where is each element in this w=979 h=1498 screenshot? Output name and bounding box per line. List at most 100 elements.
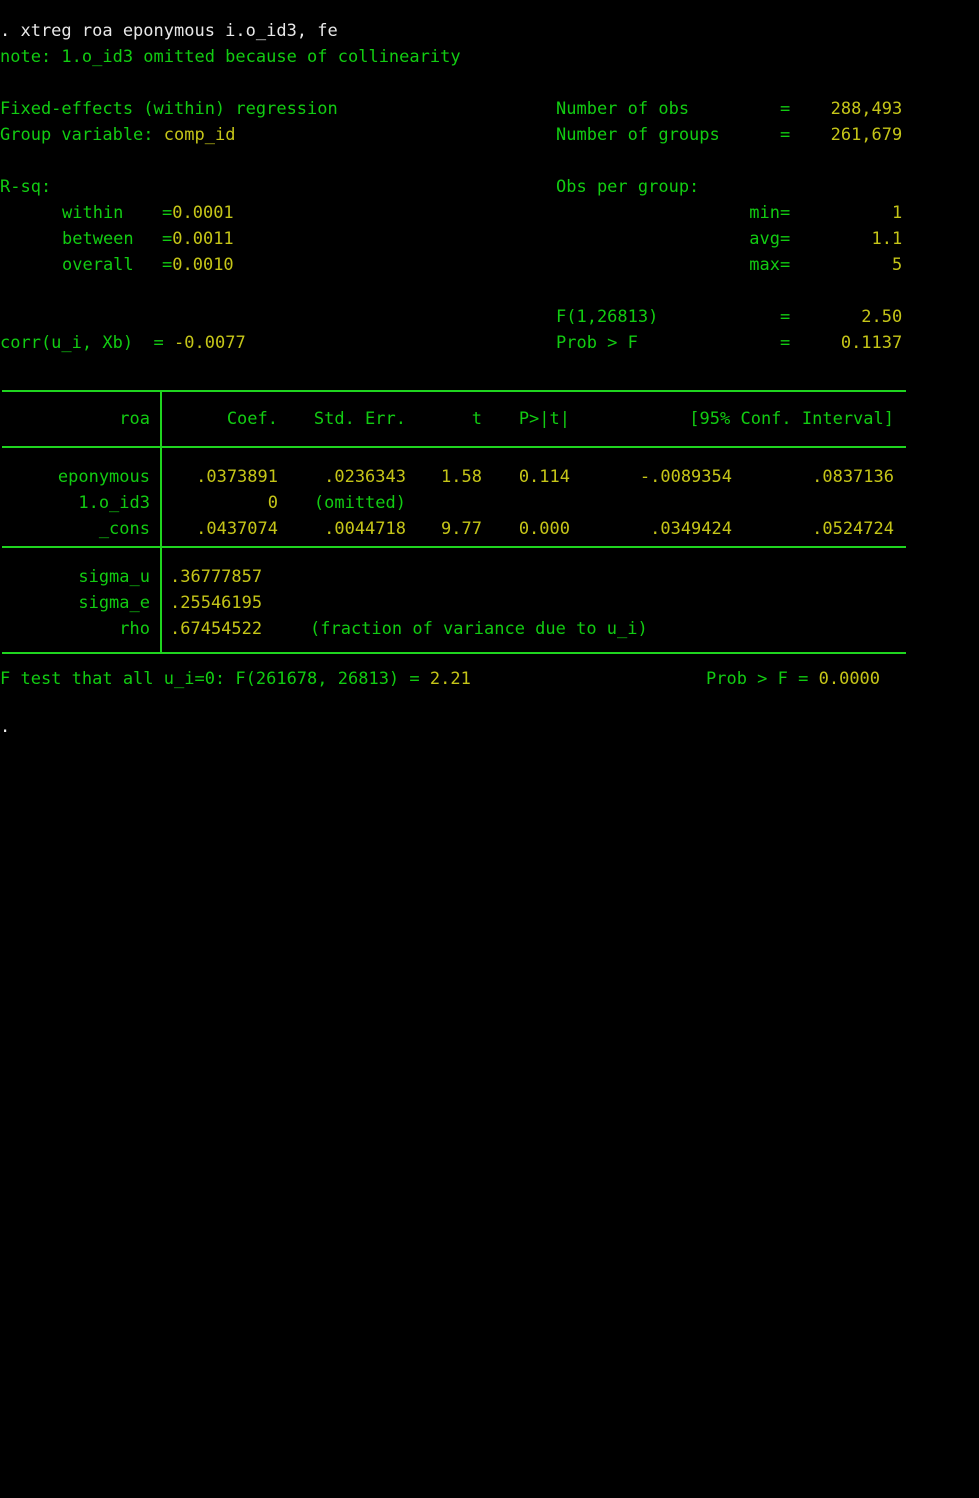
obs-avg-row: avg= 1.1 bbox=[556, 226, 902, 252]
table-header-row: roa Coef. Std. Err. t P>|t| [95% Conf. Interv… bbox=[0, 406, 894, 432]
variance-value: .25546195 bbox=[170, 593, 263, 613]
obs-avg-value: 1.1 bbox=[871, 229, 903, 249]
number-of-obs-row: Number of obs = 288,493 bbox=[556, 96, 902, 122]
rsq-overall-eq: = bbox=[162, 255, 173, 275]
f-test-prob-label: Prob > F = bbox=[706, 669, 809, 689]
variance-value: .36777857 bbox=[170, 567, 263, 587]
table-header-rule bbox=[2, 446, 906, 448]
table-row: eponymous .0373891 .0236343 1.58 0.114 -.0089… bbox=[0, 464, 894, 490]
table-body-rule bbox=[2, 546, 906, 548]
variance-row: sigma_e .25546195 bbox=[0, 590, 262, 616]
row-ci-low: -.0089354 bbox=[639, 467, 732, 487]
obs-per-group-heading: Obs per group: bbox=[556, 177, 700, 197]
rsq-between-eq: = bbox=[162, 229, 173, 249]
group-variable-row: Group variable: comp_id bbox=[0, 122, 235, 148]
rsq-within-value: 0.0001 bbox=[172, 203, 234, 223]
variance-row: sigma_u .36777857 bbox=[0, 564, 262, 590]
collinearity-note: note: 1.o_id3 omitted because of colline… bbox=[0, 47, 461, 67]
row-variable-name: 1.o_id3 bbox=[78, 493, 150, 513]
table-bottom-rule bbox=[2, 652, 906, 654]
rsq-heading: R-sq: bbox=[0, 177, 52, 197]
variance-value: .67454522 bbox=[170, 619, 263, 639]
row-p: 0.000 bbox=[518, 519, 570, 539]
row-ci-low: .0349424 bbox=[650, 519, 732, 539]
obs-min-row: min= 1 bbox=[556, 200, 902, 226]
row-coef: .0373891 bbox=[196, 467, 278, 487]
prob-f-row: Prob > F = 0.1137 bbox=[556, 330, 902, 356]
number-of-obs-value: 288,493 bbox=[830, 99, 903, 119]
f-test-prob-row: Prob > F = 0.0000 bbox=[706, 666, 880, 692]
rsq-within-eq: = bbox=[162, 203, 173, 223]
row-stderr: .0044718 bbox=[324, 519, 406, 539]
group-variable-label: Group variable: bbox=[0, 125, 154, 145]
f-test-label: F test that all u_i=0: F(261678, 26813) … bbox=[0, 669, 420, 689]
corr-value: -0.0077 bbox=[174, 333, 246, 353]
rsq-within-row: within =0.0001 bbox=[62, 200, 234, 226]
column-header-stderr: Std. Err. bbox=[313, 409, 406, 429]
column-header-coef: Coef. bbox=[226, 409, 278, 429]
stata-results-console[interactable]: . xtreg roa eponymous i.o_id3, fe note: … bbox=[0, 0, 979, 749]
f-test-footer: F test that all u_i=0: F(261678, 26813) … bbox=[0, 666, 471, 692]
f-statistic-row: F(1,26813) = 2.50 bbox=[556, 304, 902, 330]
rsq-within-label: within bbox=[62, 203, 124, 223]
table-row: _cons .0437074 .0044718 9.77 0.000 .0349424 .0… bbox=[0, 516, 894, 542]
obs-max-label: max bbox=[749, 255, 780, 275]
prob-f-label: Prob > F bbox=[556, 333, 638, 353]
row-t: 1.58 bbox=[441, 467, 482, 487]
row-p: 0.114 bbox=[518, 467, 570, 487]
f-statistic-label: F(1,26813) bbox=[556, 307, 659, 327]
number-of-obs-label: Number of obs bbox=[556, 99, 690, 119]
f-test-prob-value: 0.0000 bbox=[818, 669, 881, 689]
f-statistic-value: 2.50 bbox=[861, 307, 903, 327]
number-of-obs-eq: = bbox=[780, 99, 791, 119]
obs-min-value: 1 bbox=[892, 203, 903, 223]
table-row: 1.o_id3 0 (omitted) bbox=[0, 490, 406, 516]
obs-avg-label: avg bbox=[749, 229, 780, 249]
rsq-between-label: between bbox=[62, 229, 134, 249]
corr-label: corr(u_i, Xb) bbox=[0, 333, 134, 353]
row-t: 9.77 bbox=[441, 519, 482, 539]
regression-title: Fixed-effects (within) regression bbox=[0, 99, 338, 119]
row-omitted-flag: (omitted) bbox=[313, 493, 406, 513]
rsq-between-value: 0.0011 bbox=[172, 229, 234, 249]
row-stderr: .0236343 bbox=[324, 467, 406, 487]
obs-max-value: 5 bbox=[892, 255, 903, 275]
row-variable-name: _cons bbox=[98, 519, 150, 539]
rho-note: (fraction of variance due to u_i) bbox=[310, 619, 648, 639]
variance-name: sigma_e bbox=[78, 593, 150, 613]
column-header-depvar: roa bbox=[119, 409, 150, 429]
prob-f-value: 0.1137 bbox=[840, 333, 903, 353]
row-coef: .0437074 bbox=[196, 519, 278, 539]
column-header-p: P>|t| bbox=[518, 409, 570, 429]
rsq-between-row: between =0.0011 bbox=[62, 226, 234, 252]
obs-avg-eq: = bbox=[780, 229, 791, 249]
column-header-ci: [95% Conf. Interval] bbox=[689, 409, 894, 429]
number-of-groups-eq: = bbox=[780, 125, 791, 145]
row-ci-high: .0524724 bbox=[812, 519, 894, 539]
obs-max-eq: = bbox=[780, 255, 791, 275]
variance-name: sigma_u bbox=[78, 567, 150, 587]
f-statistic-eq: = bbox=[780, 307, 791, 327]
number-of-groups-row: Number of groups = 261,679 bbox=[556, 122, 902, 148]
rsq-overall-row: overall =0.0010 bbox=[62, 252, 234, 278]
obs-min-label: min bbox=[749, 203, 780, 223]
number-of-groups-value: 261,679 bbox=[830, 125, 903, 145]
trailing-prompt: . bbox=[0, 717, 11, 737]
obs-min-eq: = bbox=[780, 203, 791, 223]
variance-name: rho bbox=[119, 619, 150, 639]
group-variable-value: comp_id bbox=[163, 125, 236, 145]
prob-f-eq: = bbox=[780, 333, 791, 353]
corr-eq: = bbox=[153, 333, 164, 353]
column-header-t: t bbox=[471, 409, 482, 429]
row-ci-high: .0837136 bbox=[812, 467, 894, 487]
number-of-groups-label: Number of groups bbox=[556, 125, 720, 145]
row-coef: 0 bbox=[267, 493, 278, 513]
corr-row: corr(u_i, Xb) = -0.0077 bbox=[0, 330, 246, 356]
rsq-overall-value: 0.0010 bbox=[172, 255, 234, 275]
table-top-rule bbox=[2, 390, 906, 392]
